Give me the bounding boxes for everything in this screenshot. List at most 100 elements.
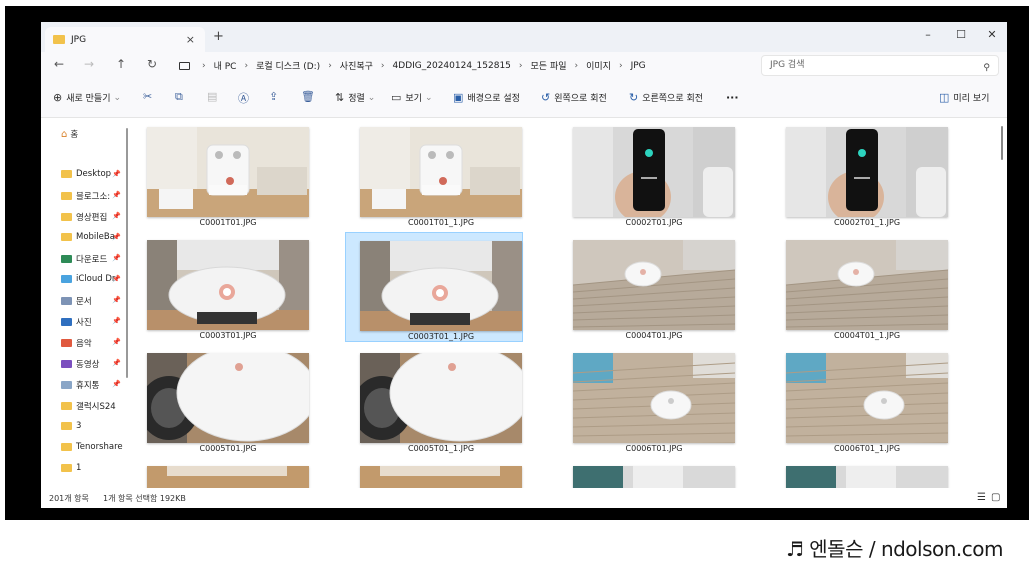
status-bar: 201개 항목 1개 항목 선택함 192KB ☰ ▢ bbox=[41, 488, 1007, 508]
nav-scrollbar[interactable] bbox=[126, 128, 128, 378]
image-thumbnail[interactable] bbox=[147, 466, 309, 488]
view-icon: ▭ bbox=[391, 91, 402, 104]
chevron-right-icon: › bbox=[202, 60, 206, 71]
image-thumbnail[interactable] bbox=[573, 353, 735, 443]
tiles-view-icon[interactable]: ▢ bbox=[991, 492, 1000, 503]
command-bar: ⊕ 새로 만들기 ⌄ ✂ ⧉ ▤ Ⓐ ⇪ 🗑 ⇅ 정렬 ⌄ ▭ 보기 ⌄ ▣ 배… bbox=[41, 78, 1007, 118]
image-thumbnail[interactable] bbox=[786, 353, 948, 443]
breadcrumb-item[interactable]: 이미지 bbox=[586, 59, 611, 72]
image-thumbnail[interactable] bbox=[147, 240, 309, 330]
content-scrollbar[interactable] bbox=[1001, 126, 1003, 160]
maximize-button[interactable]: ☐ bbox=[946, 26, 976, 44]
file-name: C0006T01.JPG bbox=[625, 444, 683, 453]
chevron-down-icon: ⌄ bbox=[113, 92, 122, 103]
sidebar-item[interactable]: Tenorshare 4 bbox=[61, 442, 123, 452]
image-thumbnail[interactable] bbox=[360, 127, 522, 217]
sidebar-item[interactable]: 1 bbox=[61, 463, 123, 473]
breadcrumb-item[interactable]: 내 PC bbox=[214, 59, 237, 72]
image-thumbnail[interactable] bbox=[573, 466, 735, 488]
folder-icon bbox=[61, 318, 72, 326]
file-item[interactable]: C0005T01.JPG bbox=[137, 345, 309, 455]
breadcrumb-item[interactable]: JPG bbox=[631, 61, 646, 71]
rotate-left-button[interactable]: ↺ 왼쪽으로 회전 bbox=[541, 91, 607, 104]
file-item[interactable] bbox=[346, 458, 522, 488]
pin-icon: 📌 bbox=[112, 359, 121, 367]
close-button[interactable]: ✕ bbox=[977, 26, 1007, 44]
address-row: ← → ↑ ↻ › 내 PC › 로컬 디스크 (D:) › 사진복구 › 4D… bbox=[41, 52, 1007, 78]
new-label: 새로 만들기 bbox=[66, 94, 111, 104]
folder-icon bbox=[53, 35, 65, 44]
breadcrumb-item[interactable]: 4DDIG_20240124_152815 bbox=[393, 61, 511, 71]
sidebar-item-label: iCloud Dr bbox=[76, 274, 116, 284]
folder-icon bbox=[61, 381, 72, 389]
breadcrumb[interactable]: › 내 PC › 로컬 디스크 (D:) › 사진복구 › 4DDIG_2024… bbox=[173, 55, 755, 76]
sidebar-item[interactable]: 갤럭시S24 bbox=[61, 400, 123, 412]
file-item[interactable]: C0002T01.JPG bbox=[559, 119, 735, 229]
refresh-button[interactable]: ↻ bbox=[144, 57, 160, 71]
file-item[interactable] bbox=[772, 458, 948, 488]
view-button[interactable]: ▭ 보기 ⌄ bbox=[391, 91, 433, 104]
up-button[interactable]: ↑ bbox=[113, 57, 129, 71]
more-options-button[interactable]: ··· bbox=[726, 91, 739, 104]
tab-jpg[interactable]: JPG × bbox=[45, 27, 205, 52]
image-thumbnail[interactable] bbox=[786, 127, 948, 217]
image-thumbnail[interactable] bbox=[786, 466, 948, 488]
breadcrumb-item[interactable]: 로컬 디스크 (D:) bbox=[256, 59, 320, 72]
preview-pane-icon: ◫ bbox=[939, 91, 950, 104]
tab-title: JPG bbox=[71, 34, 87, 45]
breadcrumb-item[interactable]: 모든 파일 bbox=[531, 59, 567, 72]
rotate-right-button[interactable]: ↻ 오른쪽으로 회전 bbox=[629, 91, 703, 104]
folder-icon bbox=[61, 213, 72, 221]
image-thumbnail[interactable] bbox=[573, 240, 735, 330]
folder-icon bbox=[61, 297, 72, 305]
sidebar-item-label: Tenorshare 4 bbox=[76, 442, 123, 452]
breadcrumb-item[interactable]: 사진복구 bbox=[340, 59, 373, 72]
file-item[interactable]: C0004T01_1.JPG bbox=[772, 232, 948, 342]
file-item[interactable]: C0003T01_1.JPG bbox=[345, 232, 523, 342]
file-item[interactable]: C0004T01.JPG bbox=[559, 232, 735, 342]
image-thumbnail[interactable] bbox=[360, 466, 522, 488]
file-name: C0004T01_1.JPG bbox=[833, 331, 901, 340]
file-name: C0001T01_1.JPG bbox=[407, 218, 475, 227]
copy-icon[interactable]: ⧉ bbox=[175, 90, 183, 104]
file-item[interactable]: C0005T01_1.JPG bbox=[346, 345, 522, 455]
pin-icon: 📌 bbox=[112, 296, 121, 304]
rename-icon[interactable]: Ⓐ bbox=[238, 90, 249, 106]
file-item[interactable] bbox=[137, 458, 309, 488]
file-item[interactable]: C0006T01_1.JPG bbox=[772, 345, 948, 455]
image-thumbnail[interactable] bbox=[786, 240, 948, 330]
new-tab-button[interactable]: + bbox=[213, 29, 224, 44]
search-icon[interactable]: ⚲ bbox=[983, 59, 990, 78]
folder-icon bbox=[61, 402, 72, 410]
share-icon[interactable]: ⇪ bbox=[269, 90, 278, 103]
delete-icon[interactable]: 🗑 bbox=[301, 90, 315, 103]
search-placeholder: JPG 검색 bbox=[770, 60, 805, 70]
preview-pane-button[interactable]: ◫ 미리 보기 bbox=[939, 91, 989, 104]
sidebar-item-label: MobileBa bbox=[76, 232, 115, 242]
cut-icon[interactable]: ✂ bbox=[143, 90, 152, 103]
file-item[interactable] bbox=[559, 458, 735, 488]
file-item[interactable]: C0001T01_1.JPG bbox=[346, 119, 522, 229]
image-thumbnail[interactable] bbox=[147, 353, 309, 443]
new-button[interactable]: ⊕ 새로 만들기 ⌄ bbox=[53, 91, 121, 104]
image-thumbnail[interactable] bbox=[360, 353, 522, 443]
minimize-button[interactable]: – bbox=[913, 26, 943, 44]
image-thumbnail[interactable] bbox=[147, 127, 309, 217]
image-thumbnail[interactable] bbox=[573, 127, 735, 217]
back-button[interactable]: ← bbox=[51, 57, 67, 71]
paste-icon[interactable]: ▤ bbox=[207, 90, 217, 103]
details-view-icon[interactable]: ☰ bbox=[977, 492, 986, 503]
forward-button[interactable]: → bbox=[81, 57, 97, 71]
file-item[interactable]: C0003T01.JPG bbox=[137, 232, 309, 342]
tab-close-icon[interactable]: × bbox=[186, 33, 195, 46]
set-background-button[interactable]: ▣ 배경으로 설정 bbox=[453, 91, 520, 104]
search-input[interactable]: JPG 검색 ⚲ bbox=[761, 55, 999, 76]
file-item[interactable]: C0006T01.JPG bbox=[559, 345, 735, 455]
sidebar-item[interactable]: 3 bbox=[61, 421, 123, 431]
file-item[interactable]: C0001T01.JPG bbox=[137, 119, 309, 229]
sidebar-item-home[interactable]: ⌂ 홈 bbox=[61, 128, 123, 141]
file-name: C0002T01.JPG bbox=[625, 218, 683, 227]
image-thumbnail[interactable] bbox=[360, 241, 522, 331]
file-item[interactable]: C0002T01_1.JPG bbox=[772, 119, 948, 229]
sort-button[interactable]: ⇅ 정렬 ⌄ bbox=[335, 91, 375, 104]
